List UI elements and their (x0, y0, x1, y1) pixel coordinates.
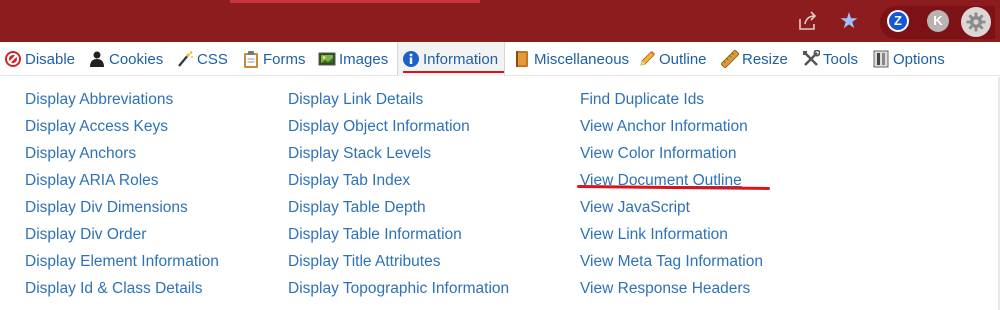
tab-outline[interactable]: Outline (638, 42, 707, 76)
star-icon[interactable]: ★ (838, 10, 860, 32)
forms-clipboard-icon (242, 50, 260, 68)
tab-cookies[interactable]: Cookies (88, 42, 163, 76)
tab-label: Cookies (109, 50, 164, 68)
menu-item-display-tab-index[interactable]: Display Tab Index (288, 171, 509, 198)
tab-label: Disable (25, 50, 76, 68)
tab-miscellaneous[interactable]: Miscellaneous (513, 42, 629, 76)
tab-label: Miscellaneous (534, 50, 630, 68)
miscellaneous-book-icon (513, 50, 531, 68)
menu-item-display-stack-levels[interactable]: Display Stack Levels (288, 144, 509, 171)
css-wand-icon (176, 50, 194, 68)
menu-item-view-javascript[interactable]: View JavaScript (580, 198, 763, 225)
tab-label: Images (339, 50, 389, 68)
tab-tools[interactable]: Tools (802, 42, 858, 76)
information-panel: Display Abbreviations Display Access Key… (0, 77, 1000, 310)
menu-item-view-response-headers[interactable]: View Response Headers (580, 279, 763, 306)
menu-item-find-duplicate-ids[interactable]: Find Duplicate Ids (580, 90, 763, 117)
tab-disable[interactable]: Disable (4, 42, 75, 76)
tab-forms[interactable]: Forms (242, 42, 306, 76)
tab-label: Tools (823, 50, 859, 68)
cookies-icon (88, 50, 106, 68)
resize-ruler-icon (720, 49, 740, 69)
tab-label: Resize (742, 50, 788, 68)
information-column-2: Display Link Details Display Object Info… (288, 90, 509, 306)
toolbar-accent (230, 0, 480, 3)
menu-item-display-aria-roles[interactable]: Display ARIA Roles (25, 171, 219, 198)
options-icon (872, 50, 890, 68)
menu-item-display-div-order[interactable]: Display Div Order (25, 225, 219, 252)
menu-item-display-div-dimensions[interactable]: Display Div Dimensions (25, 198, 219, 225)
menu-item-display-link-details[interactable]: Display Link Details (288, 90, 509, 117)
images-icon (318, 50, 336, 68)
information-column-1: Display Abbreviations Display Access Key… (25, 90, 219, 306)
menu-item-display-object-information[interactable]: Display Object Information (288, 117, 509, 144)
menu-item-display-topographic-information[interactable]: Display Topographic Information (288, 279, 509, 306)
disable-icon (4, 50, 22, 68)
menu-item-display-title-attributes[interactable]: Display Title Attributes (288, 252, 509, 279)
menu-item-display-table-depth[interactable]: Display Table Depth (288, 198, 509, 225)
information-column-3: Find Duplicate Ids View Anchor Informati… (580, 90, 763, 306)
outline-pencil-icon (638, 50, 656, 68)
tab-label: Forms (263, 50, 306, 68)
browser-toolbar: ★ Z K (0, 0, 1000, 42)
menu-item-display-element-information[interactable]: Display Element Information (25, 252, 219, 279)
information-annotation-underline (403, 71, 504, 73)
tab-css[interactable]: CSS (176, 42, 228, 76)
menu-item-display-access-keys[interactable]: Display Access Keys (25, 117, 219, 144)
tab-label: Information (423, 50, 499, 68)
menu-item-view-anchor-information[interactable]: View Anchor Information (580, 117, 763, 144)
information-icon (402, 50, 420, 68)
tab-resize[interactable]: Resize (720, 42, 788, 76)
menu-item-display-anchors[interactable]: Display Anchors (25, 144, 219, 171)
tab-label: CSS (197, 50, 228, 68)
gear-icon (966, 12, 986, 32)
tab-label: Options (893, 50, 945, 68)
menu-item-view-color-information[interactable]: View Color Information (580, 144, 763, 171)
menu-item-display-id-class-details[interactable]: Display Id & Class Details (25, 279, 219, 306)
menu-item-view-meta-tag-information[interactable]: View Meta Tag Information (580, 252, 763, 279)
menu-item-display-abbreviations[interactable]: Display Abbreviations (25, 90, 219, 117)
tab-label: Outline (659, 50, 707, 68)
tab-images[interactable]: Images (318, 42, 388, 76)
tools-icon (802, 49, 821, 68)
share-icon[interactable] (797, 10, 819, 32)
menu-item-display-table-information[interactable]: Display Table Information (288, 225, 509, 252)
web-developer-extension-button[interactable] (961, 7, 991, 37)
zotero-icon[interactable]: Z (887, 10, 909, 32)
tab-options[interactable]: Options (872, 42, 945, 76)
profile-avatar-icon[interactable]: K (927, 10, 949, 32)
menu-item-view-link-information[interactable]: View Link Information (580, 225, 763, 252)
